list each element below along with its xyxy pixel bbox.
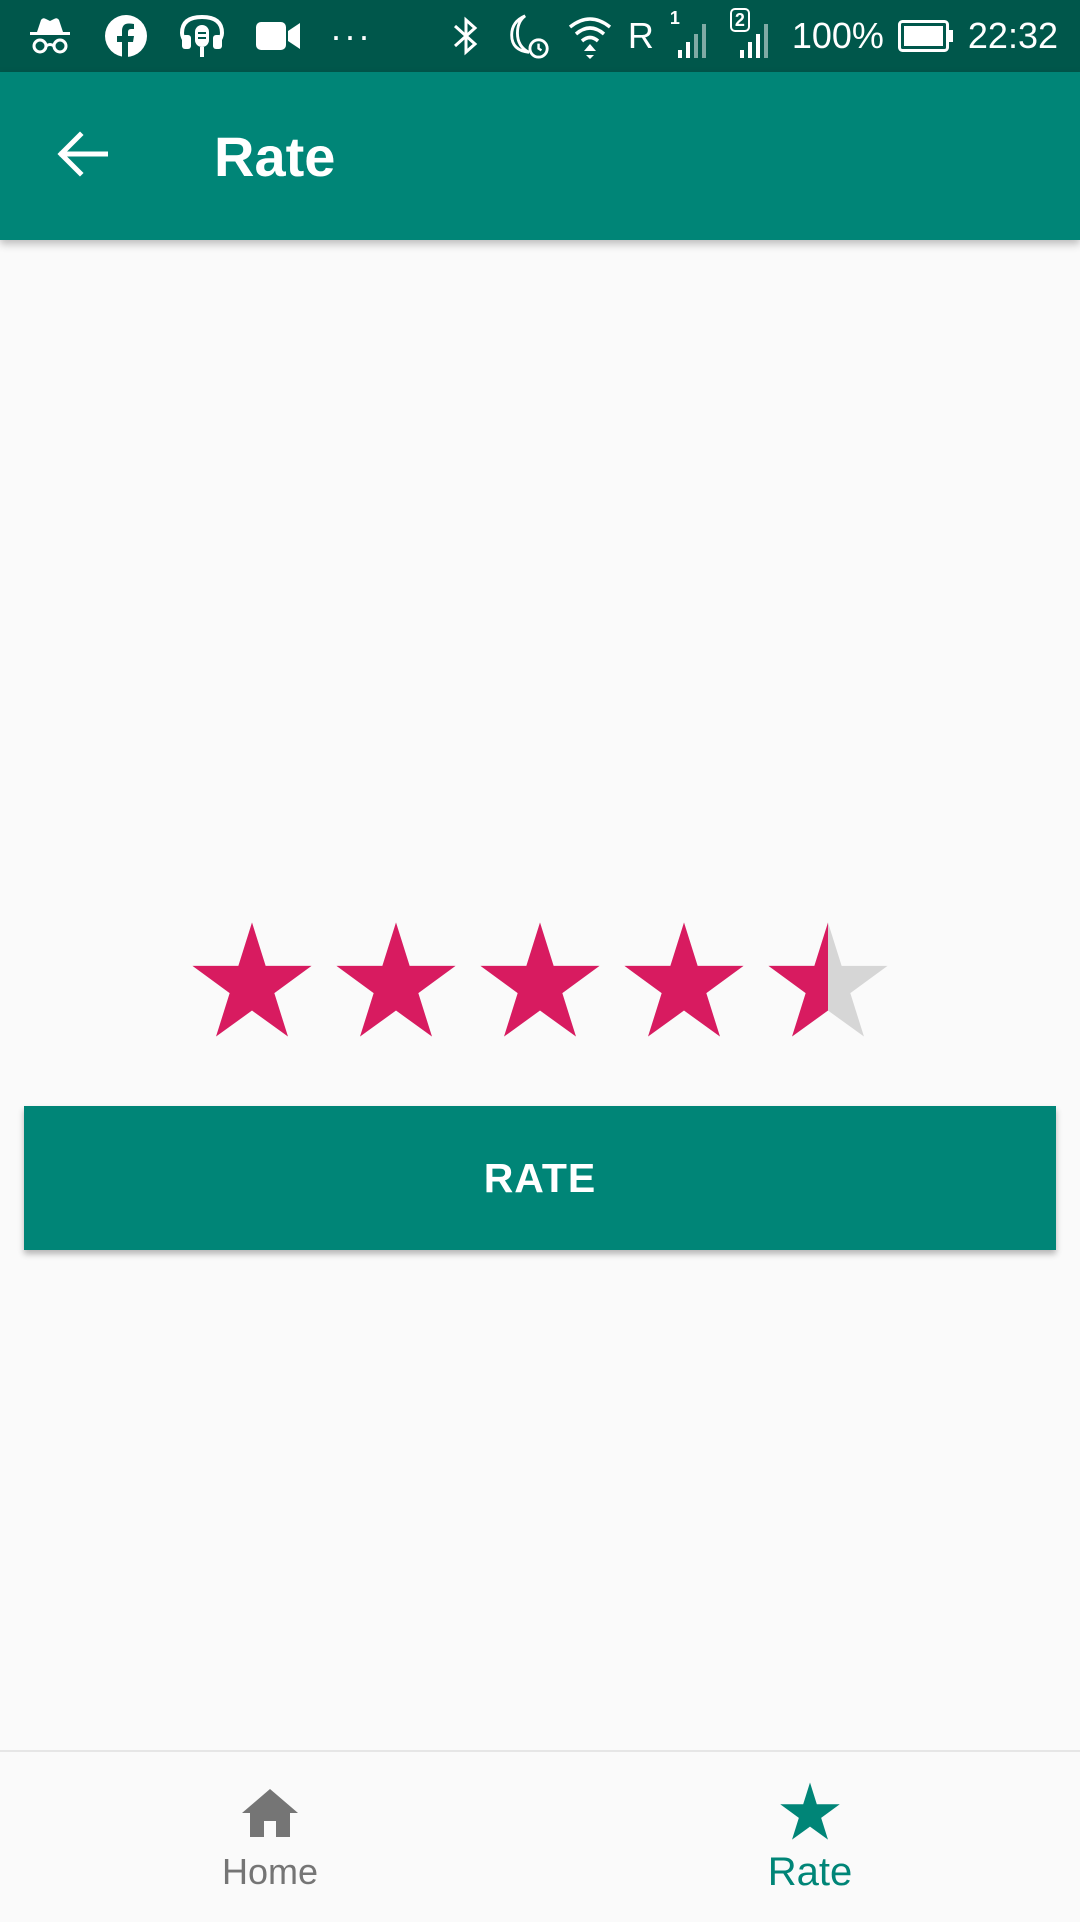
rating-bar[interactable] xyxy=(190,920,890,1044)
video-icon xyxy=(254,12,302,60)
signal-sim2-icon: 2 xyxy=(729,8,778,60)
page-title: Rate xyxy=(214,124,336,188)
rating-star-3[interactable] xyxy=(478,920,602,1044)
home-icon xyxy=(238,1781,302,1845)
roaming-indicator: R xyxy=(627,15,654,56)
podcast-icon xyxy=(178,12,226,60)
bottom-navigation: Home Rate xyxy=(0,1750,1080,1922)
nav-item-home[interactable]: Home xyxy=(0,1752,540,1922)
rating-star-5[interactable] xyxy=(766,920,890,1044)
incognito-icon xyxy=(26,12,74,60)
battery-percent: 100% xyxy=(791,15,884,56)
rating-star-4[interactable] xyxy=(622,920,746,1044)
wifi-icon xyxy=(566,12,614,60)
signal-sim1-icon: 1 xyxy=(668,8,716,60)
battery-icon xyxy=(897,12,954,60)
facebook-icon xyxy=(102,12,150,60)
status-time: 22:32 xyxy=(967,15,1058,56)
sim1-label: 1 xyxy=(669,8,680,28)
nav-item-rate[interactable]: Rate xyxy=(540,1752,1080,1922)
do-not-disturb-alarm-icon xyxy=(504,12,552,60)
sim2-label: 2 xyxy=(729,8,750,32)
star-icon xyxy=(778,1780,842,1844)
nav-label-home: Home xyxy=(221,1851,319,1892)
more-notifications-icon: ··· xyxy=(330,15,372,56)
rating-star-2[interactable] xyxy=(334,920,458,1044)
rate-button[interactable]: RATE xyxy=(24,1106,1056,1250)
status-bar: ··· R 1 2 100% 22:32 xyxy=(0,0,1080,72)
app-bar: Rate xyxy=(0,72,1080,240)
bluetooth-icon xyxy=(442,12,490,60)
notification-icons: ··· xyxy=(26,12,400,60)
back-button[interactable] xyxy=(46,120,118,192)
rating-star-1[interactable] xyxy=(190,920,314,1044)
system-icons: R 1 2 100% 22:32 xyxy=(428,0,1058,72)
nav-label-rate: Rate xyxy=(767,1849,853,1894)
arrow-back-icon xyxy=(56,130,109,183)
